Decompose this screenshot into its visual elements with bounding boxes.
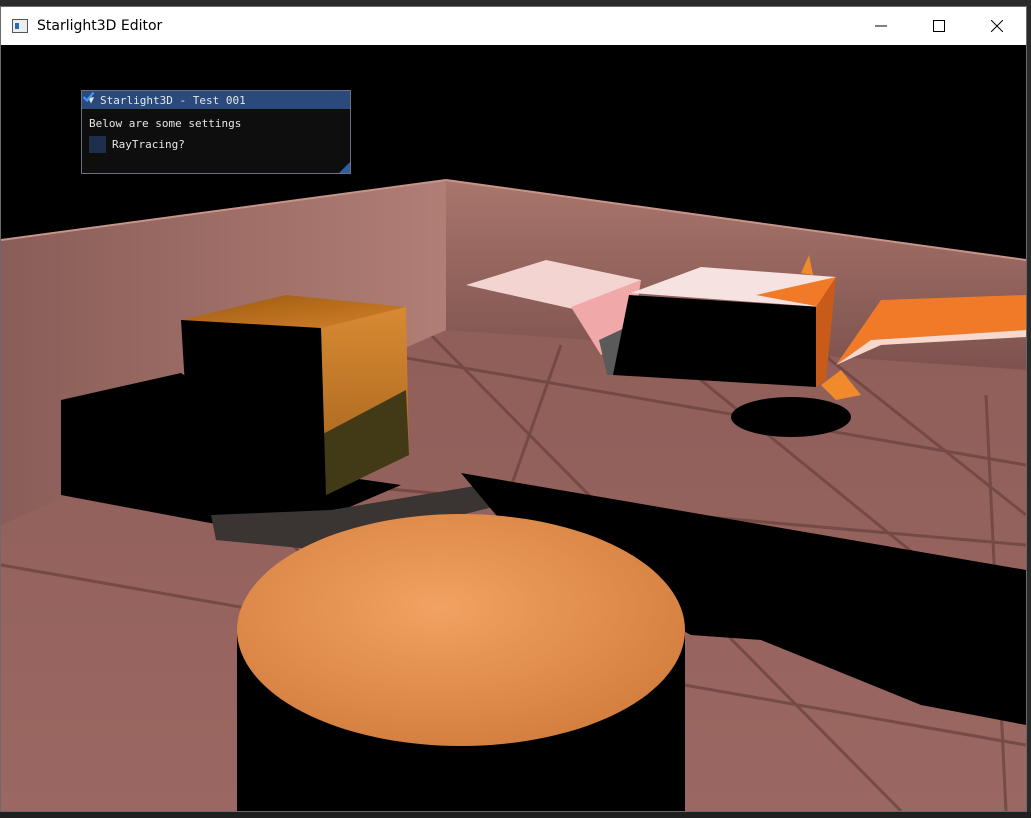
- cylinder-top: [237, 514, 685, 746]
- title-bar[interactable]: Starlight3D Editor: [1, 7, 1026, 45]
- panel-title: Starlight3D - Test 001: [100, 93, 246, 107]
- app-window-icon: [12, 19, 28, 33]
- raytracing-label: RayTracing?: [112, 138, 185, 151]
- close-button[interactable]: [968, 7, 1026, 45]
- resize-grip[interactable]: [339, 162, 350, 173]
- checkmark-icon: [82, 91, 95, 102]
- minimize-button[interactable]: [852, 7, 910, 45]
- maximize-icon: [933, 20, 945, 32]
- minimize-icon: [875, 25, 887, 27]
- panel-description: Below are some settings: [89, 117, 242, 130]
- maximize-button[interactable]: [910, 7, 968, 45]
- object-shadow: [731, 397, 851, 437]
- raytracing-checkbox[interactable]: [82, 91, 106, 153]
- desktop-right-edge: [1027, 6, 1031, 812]
- close-icon: [991, 20, 1003, 32]
- cube-front: [181, 320, 326, 495]
- window-title: Starlight3D Editor: [37, 18, 163, 34]
- panel-title-bar[interactable]: ▼ Starlight3D - Test 001: [82, 91, 350, 109]
- desktop-bottom-strip: [0, 812, 1031, 818]
- editor-window: Starlight3D Editor ▼ Starlight3D - Test …: [0, 6, 1027, 812]
- raytracing-option[interactable]: RayTracing?: [82, 91, 343, 153]
- window-controls: [852, 7, 1026, 45]
- 3d-viewport[interactable]: ▼ Starlight3D - Test 001 Below are some …: [1, 45, 1026, 811]
- settings-panel: ▼ Starlight3D - Test 001 Below are some …: [81, 90, 351, 174]
- body-front: [613, 295, 821, 387]
